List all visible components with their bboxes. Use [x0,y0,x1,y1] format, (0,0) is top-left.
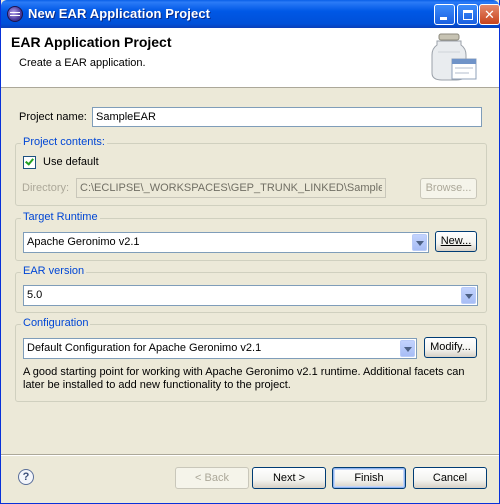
new-runtime-button[interactable]: New... [435,231,477,252]
target-runtime-select[interactable]: Apache Geronimo v2.1 [23,232,429,253]
configuration-description-line1: A good starting point for working with A… [23,366,465,378]
chevron-down-icon[interactable] [400,340,415,357]
close-button[interactable]: ✕ [479,4,500,25]
wizard-window: New EAR Application Project ✕ EAR Applic… [0,0,500,504]
use-default-checkbox[interactable] [23,156,36,169]
footer-separator [1,454,499,456]
new-runtime-label: New... [440,235,472,247]
next-button[interactable]: Next > [252,467,326,489]
wizard-banner: EAR Application Project Create a EAR app… [1,28,499,88]
configuration-title: Configuration [21,317,91,329]
directory-label: Directory: [22,182,70,194]
configuration-description-line2: later be installed to add new functional… [23,379,291,391]
maximize-button[interactable] [457,4,478,25]
ear-version-value: 5.0 [27,289,43,301]
project-name-input[interactable] [92,107,482,127]
project-contents-title: Project contents: [21,136,107,148]
configuration-select[interactable]: Default Configuration for Apache Geronim… [23,338,417,359]
chevron-down-icon[interactable] [412,234,427,251]
checkmark-icon [25,156,34,166]
project-name-label: Project name: [19,111,87,123]
chevron-down-icon[interactable] [461,287,476,304]
maximize-icon [463,10,473,20]
target-runtime-title: Target Runtime [21,211,100,223]
close-icon: ✕ [484,7,495,22]
back-button[interactable]: < Back [175,467,249,489]
modify-button[interactable]: Modify... [424,337,477,358]
use-default-label: Use default [43,156,99,168]
browse-button[interactable]: Browse... [420,178,477,199]
page-title: EAR Application Project [11,34,172,50]
ear-jar-wizard-icon [431,33,477,81]
cancel-button[interactable]: Cancel [413,467,487,489]
minimize-button[interactable] [434,4,455,25]
target-runtime-value: Apache Geronimo v2.1 [27,236,140,248]
ear-version-title: EAR version [21,265,87,277]
ear-version-select[interactable]: 5.0 [23,285,478,306]
help-icon[interactable]: ? [18,469,34,485]
minimize-icon [440,17,447,20]
page-description: Create a EAR application. [19,57,146,69]
window-title: New EAR Application Project [28,6,211,21]
finish-button[interactable]: Finish [332,467,406,489]
title-bar[interactable]: New EAR Application Project ✕ [1,0,500,28]
eclipse-icon [7,6,23,22]
directory-input[interactable] [76,178,386,198]
configuration-value: Default Configuration for Apache Geronim… [27,342,262,354]
